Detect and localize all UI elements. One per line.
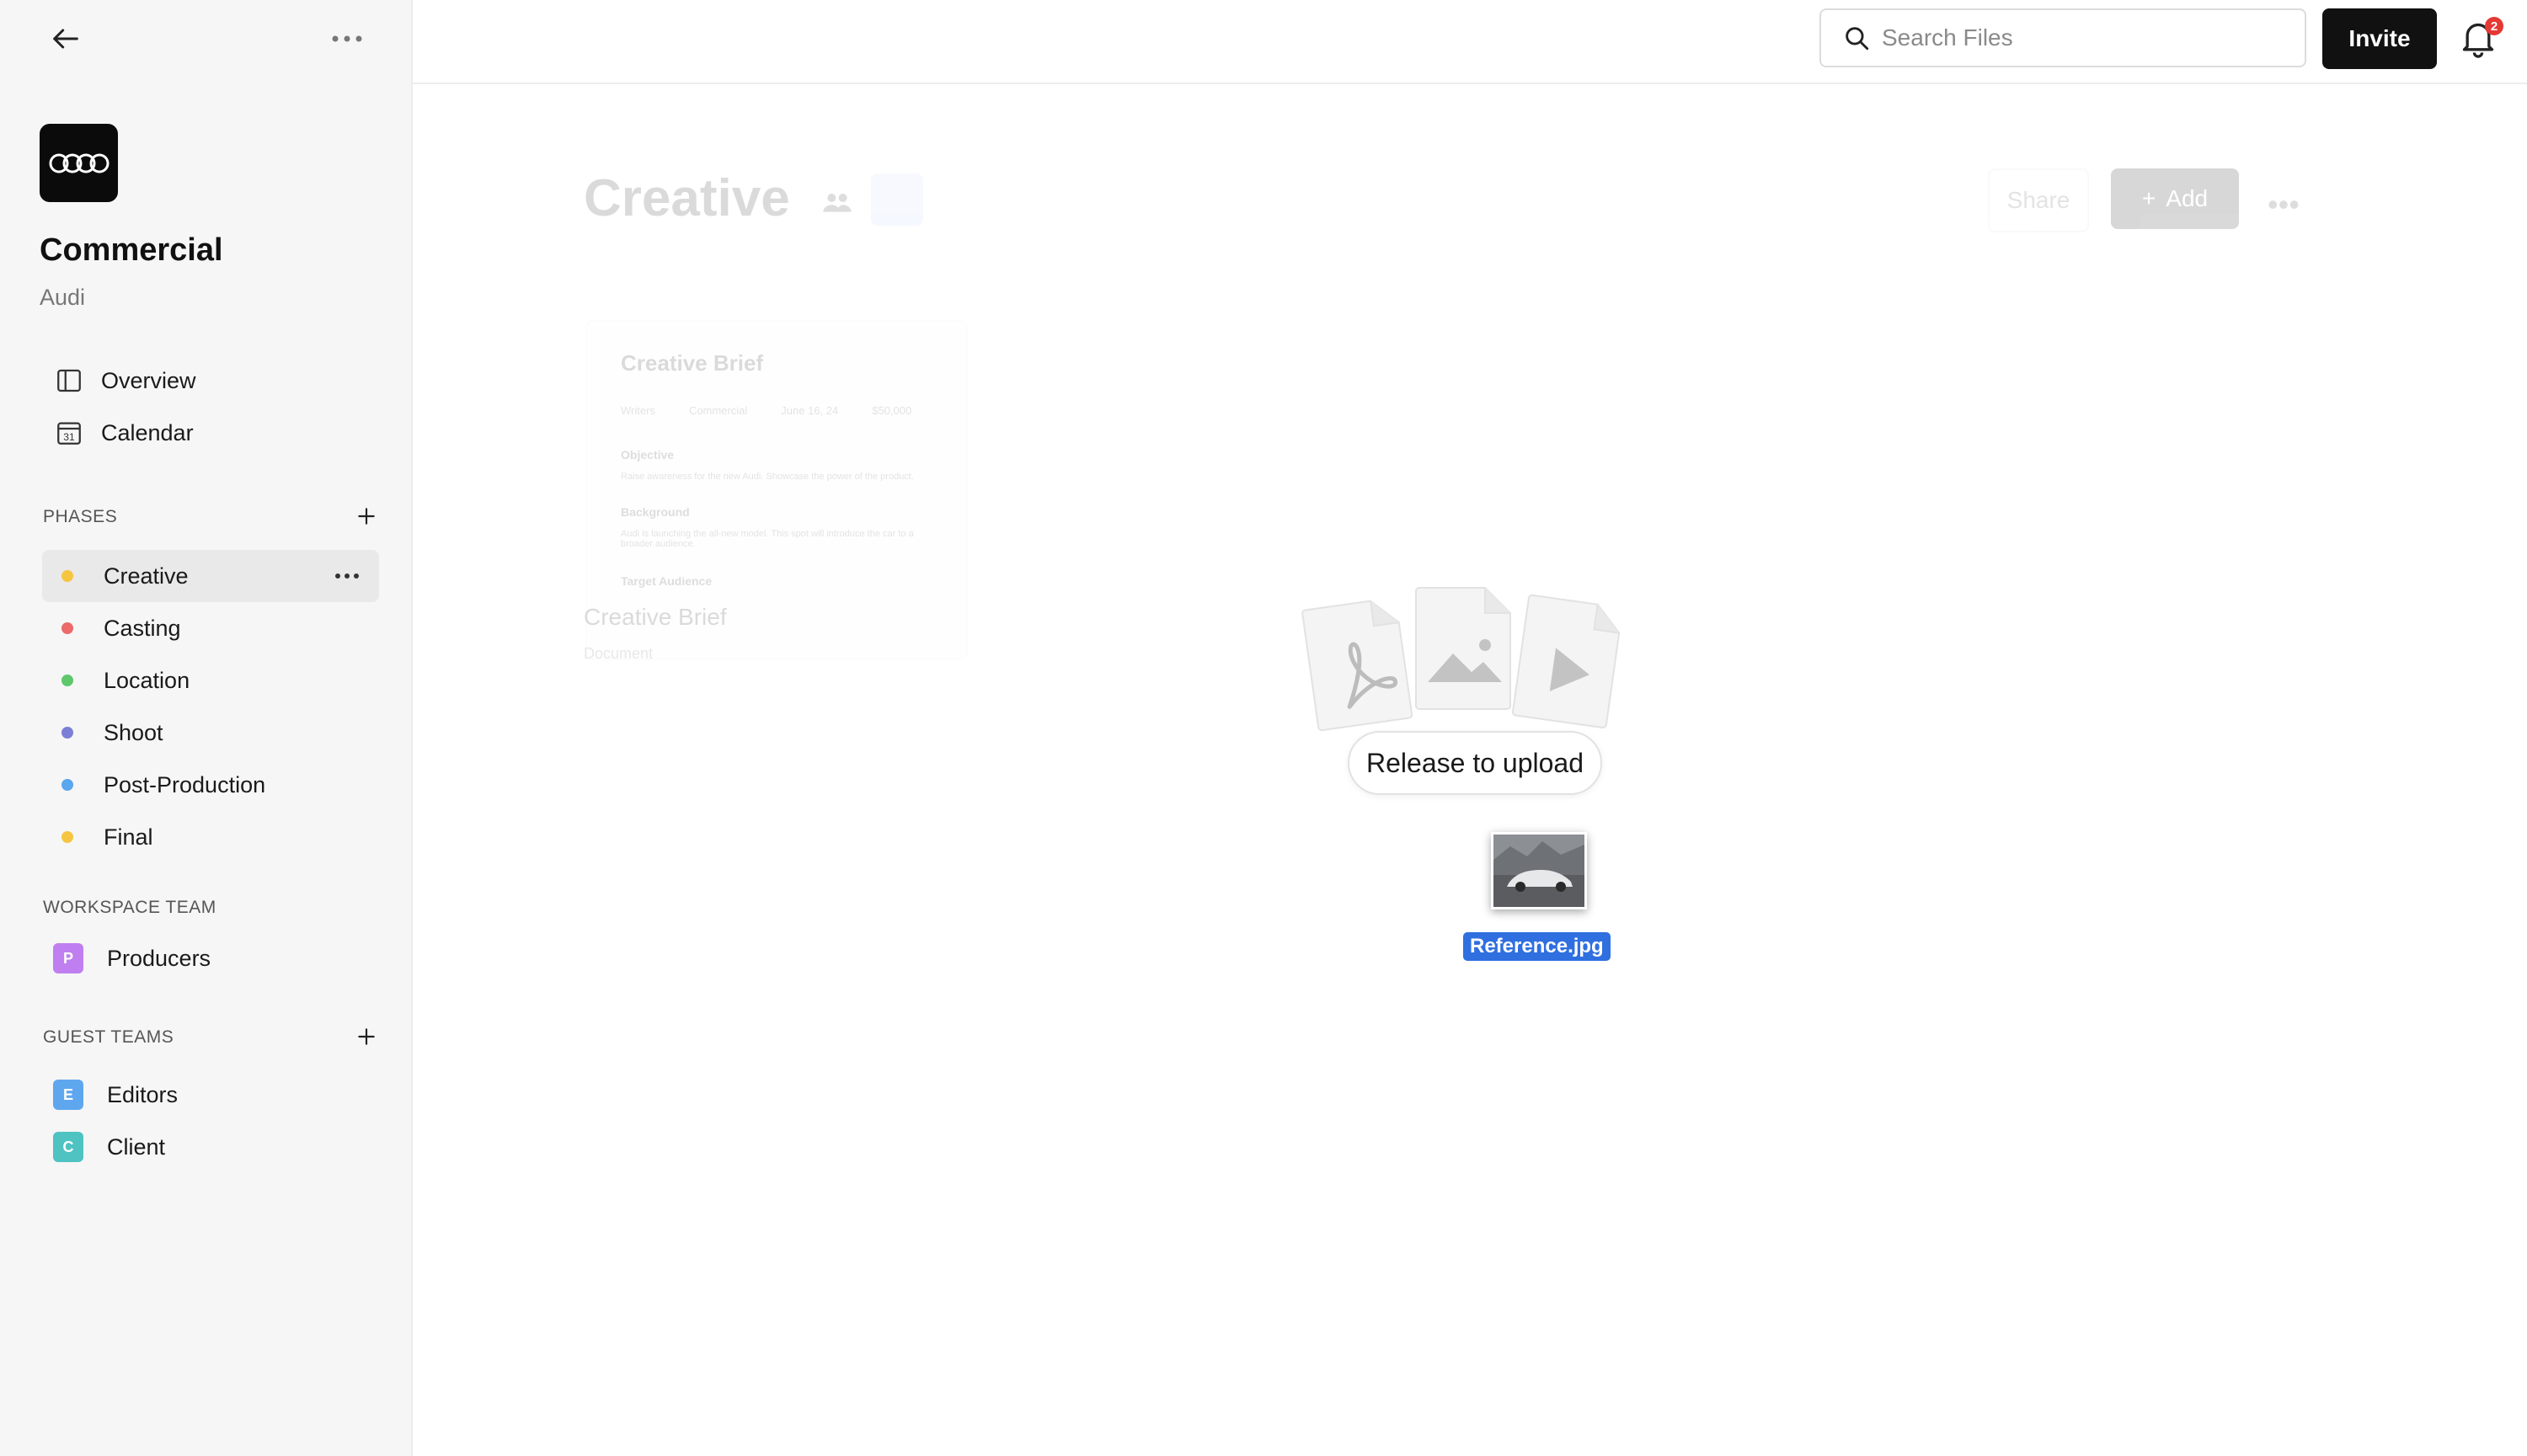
card-background-text: Audi is launching the all-new model. Thi… xyxy=(621,529,914,549)
phase-color-dot xyxy=(61,675,73,686)
card-meta-item: Commercial xyxy=(688,404,748,417)
card-background-heading: Background xyxy=(621,505,690,519)
plus-icon xyxy=(358,1028,375,1045)
phases-section-label: PHASES xyxy=(43,507,118,526)
team-avatar: E xyxy=(53,1080,83,1110)
team-label: Client xyxy=(107,1133,166,1160)
phase-label: Post-Production xyxy=(104,771,266,797)
dragged-file-thumbnail[interactable] xyxy=(1491,832,1587,909)
phase-color-dot xyxy=(61,831,73,843)
team-item-producers[interactable]: P Producers xyxy=(42,932,379,984)
team-avatar: C xyxy=(53,1132,83,1162)
pdf-file-icon xyxy=(1301,600,1413,732)
search-icon xyxy=(1840,21,1873,55)
phase-label: Location xyxy=(104,667,190,693)
calendar-icon: 31 xyxy=(54,418,84,448)
card-target-heading: Target Audience xyxy=(621,574,713,588)
add-button[interactable]: + Add xyxy=(2111,168,2239,229)
project-logo xyxy=(40,124,118,202)
video-file-icon xyxy=(1511,594,1621,728)
page-more-button[interactable]: ••• xyxy=(2268,187,2300,222)
sidebar-panel-icon xyxy=(54,365,84,396)
phase-color-dot xyxy=(61,727,73,739)
plus-icon: + xyxy=(2141,185,2156,211)
add-button-label: Add xyxy=(2166,185,2209,211)
phase-item-final[interactable]: Final xyxy=(42,811,379,863)
document-card-subtitle: Document xyxy=(584,645,654,662)
add-phase-button[interactable] xyxy=(352,502,381,531)
arrow-left-icon xyxy=(53,29,78,49)
card-meta-item: June 16, 24 xyxy=(781,404,839,417)
team-avatar: P xyxy=(53,943,83,973)
team-item-editors[interactable]: E Editors xyxy=(42,1069,379,1121)
nav-overview-label: Overview xyxy=(101,367,196,393)
card-meta-item: Writers xyxy=(621,404,655,417)
card-preview-title: Creative Brief xyxy=(621,350,764,376)
phase-item-shoot[interactable]: Shoot xyxy=(42,707,379,759)
view-toggle-button[interactable] xyxy=(871,173,923,226)
document-card-title: Creative Brief xyxy=(584,604,727,630)
phase-more-button[interactable] xyxy=(329,557,366,595)
dragged-file-name: Reference.jpg xyxy=(1463,932,1611,961)
phase-color-dot xyxy=(61,779,73,791)
phase-label: Final xyxy=(104,824,153,850)
phase-color-dot xyxy=(61,622,73,634)
team-item-client[interactable]: C Client xyxy=(42,1121,379,1173)
phase-item-post-production[interactable]: Post-Production xyxy=(42,759,379,811)
notifications-button[interactable]: 2 xyxy=(2460,17,2503,62)
search-input[interactable] xyxy=(1880,24,2271,52)
drop-file-icons xyxy=(1301,587,1621,732)
sidebar: Commercial Audi Overview 31 Calendar PHA… xyxy=(0,0,413,1456)
nav-calendar-label: Calendar xyxy=(101,419,194,445)
phase-item-creative[interactable]: Creative xyxy=(42,550,379,602)
card-meta-item: $50,000 xyxy=(872,404,912,417)
more-horizontal-icon xyxy=(332,35,362,42)
phase-item-casting[interactable]: Casting xyxy=(42,602,379,654)
car-photo-image xyxy=(1493,835,1584,907)
phase-label: Creative xyxy=(104,563,189,589)
nav-overview[interactable]: Overview xyxy=(42,357,379,404)
more-horizontal-icon xyxy=(335,573,359,579)
card-meta-row: Writers Commercial June 16, 24 $50,000 xyxy=(621,404,911,417)
phase-color-dot xyxy=(61,570,73,582)
team-label: Editors xyxy=(107,1081,179,1107)
search-box[interactable] xyxy=(1819,8,2306,67)
calendar-day-number: 31 xyxy=(63,431,75,443)
share-button[interactable]: Share xyxy=(1988,168,2089,232)
audi-rings-logo-icon xyxy=(49,153,109,173)
project-client: Audi xyxy=(40,285,86,310)
card-objective-text: Raise awareness for the new Audi. Showca… xyxy=(621,472,914,482)
image-file-icon xyxy=(1415,587,1511,710)
invite-button[interactable]: Invite xyxy=(2322,8,2437,69)
add-guest-team-button[interactable] xyxy=(352,1022,381,1051)
project-title: Commercial xyxy=(40,232,223,268)
workspace-team-section-label: WORKSPACE TEAM xyxy=(43,898,216,917)
phase-label: Casting xyxy=(104,615,181,641)
phase-label: Shoot xyxy=(104,719,163,745)
phase-item-location[interactable]: Location xyxy=(42,654,379,707)
guest-teams-section-label: GUEST TEAMS xyxy=(43,1027,174,1047)
plus-icon xyxy=(358,508,375,525)
back-button[interactable] xyxy=(47,20,84,57)
people-icon xyxy=(823,194,852,212)
team-label: Producers xyxy=(107,945,211,971)
card-objective-heading: Objective xyxy=(621,448,675,461)
notification-count-badge: 2 xyxy=(2485,17,2503,35)
page-title: Creative xyxy=(584,169,790,227)
project-more-button[interactable] xyxy=(329,20,366,57)
nav-calendar[interactable]: 31 Calendar xyxy=(42,409,379,456)
release-to-upload-message: Release to upload xyxy=(1348,731,1602,795)
